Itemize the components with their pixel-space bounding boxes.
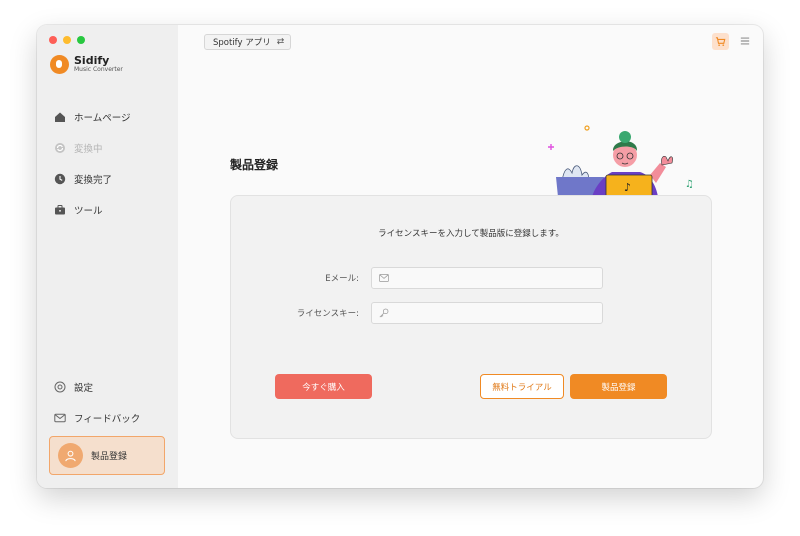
app-name: Sidify [74, 54, 110, 67]
buy-now-button[interactable]: 今すぐ購入 [275, 374, 372, 399]
sidebar-nav: ホームページ 変換中 変換完了 ツール [37, 101, 178, 225]
user-icon [58, 443, 83, 468]
source-label: Spotify アプリ [213, 38, 271, 48]
app-window: Sidify Music Converter ホームページ 変換中 変換完了 ツ… [37, 25, 763, 488]
sidebar-item-home[interactable]: ホームページ [37, 101, 178, 132]
brand: Sidify Music Converter [50, 55, 123, 74]
email-input[interactable] [394, 273, 594, 283]
registration-panel: ライセンスキーを入力して製品版に登録します。 Eメール: ライセンスキー: 今す… [230, 195, 712, 439]
sidebar-item-converted[interactable]: 変換完了 [37, 163, 178, 194]
cart-button[interactable] [712, 33, 729, 50]
register-label: 製品登録 [91, 452, 128, 462]
app-subtitle: Music Converter [74, 66, 123, 73]
menu-button[interactable] [739, 35, 751, 47]
sidebar-bottom-nav: 設定 フィードバック [37, 371, 178, 433]
source-switch[interactable]: Spotify アプリ ⇄ [204, 34, 292, 50]
sidebar-item-label: 設定 [74, 382, 94, 394]
sidebar-item-tools[interactable]: ツール [37, 194, 178, 225]
sidebar-item-feedback[interactable]: フィードバック [37, 402, 178, 433]
envelope-icon [379, 274, 389, 282]
license-row: ライセンスキー: [231, 302, 711, 324]
sidebar-item-settings[interactable]: 設定 [37, 371, 178, 402]
converting-icon [54, 142, 66, 154]
clock-icon [54, 173, 66, 185]
free-trial-button[interactable]: 無料トライアル [480, 374, 564, 399]
email-field[interactable] [371, 267, 603, 289]
sidebar-item-label: ホームページ [74, 112, 131, 124]
sidebar-item-label: 変換中 [74, 143, 103, 155]
app-logo-icon [50, 55, 69, 74]
sidebar-item-label: フィードバック [74, 413, 141, 425]
sidebar-item-register[interactable]: 製品登録 [49, 436, 165, 475]
sidebar-item-converting[interactable]: 変換中 [37, 132, 178, 163]
license-label: ライセンスキー: [296, 309, 359, 319]
registration-instruction: ライセンスキーを入力して製品版に登録します。 [378, 229, 564, 239]
sidebar-item-label: 変換完了 [74, 174, 113, 186]
page-title: 製品登録 [230, 158, 279, 172]
sidebar: Sidify Music Converter ホームページ 変換中 変換完了 ツ… [37, 25, 178, 488]
hamburger-icon [740, 37, 750, 45]
license-field[interactable] [371, 302, 603, 324]
svg-text:♪: ♪ [624, 181, 631, 194]
home-icon [54, 111, 66, 123]
register-illustration: ♪ ♫ [548, 125, 694, 197]
svg-text:♫: ♫ [685, 179, 694, 190]
gear-icon [54, 381, 66, 393]
swap-icon: ⇄ [276, 37, 285, 47]
mail-icon [54, 412, 66, 424]
key-icon [379, 308, 389, 318]
close-window-button[interactable] [49, 36, 57, 44]
email-label: Eメール: [325, 274, 359, 284]
email-row: Eメール: [231, 267, 711, 289]
license-input[interactable] [394, 308, 594, 318]
sidebar-item-label: ツール [74, 205, 103, 217]
zoom-window-button[interactable] [77, 36, 85, 44]
window-controls [49, 36, 85, 44]
cart-icon [715, 37, 726, 46]
minimize-window-button[interactable] [63, 36, 71, 44]
toolbox-icon [54, 204, 66, 216]
register-button[interactable]: 製品登録 [570, 374, 667, 399]
